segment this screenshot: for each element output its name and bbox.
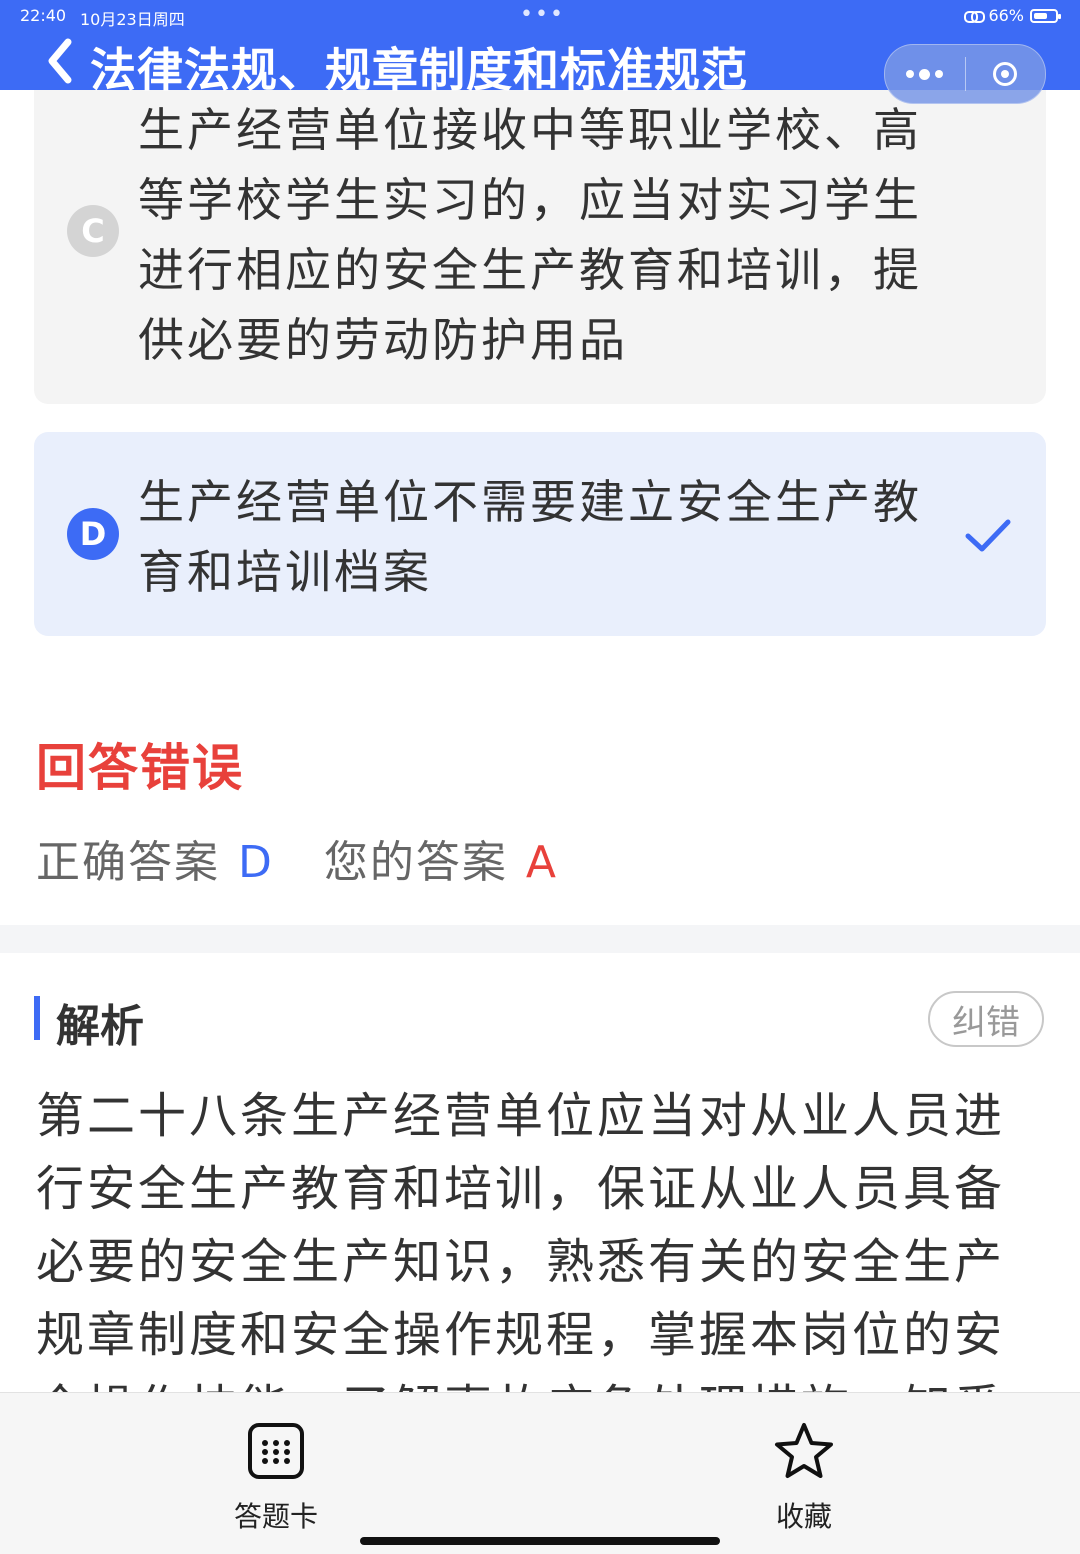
- favorite-tab[interactable]: 收藏: [724, 1421, 884, 1535]
- status-time: 22:40: [20, 6, 67, 25]
- close-target-icon[interactable]: [966, 62, 1046, 86]
- option-d[interactable]: D 生产经营单位不需要建立安全生产教育和培训档案: [34, 432, 1046, 636]
- analysis-title: 解析: [56, 1001, 144, 1052]
- answer-card-tab[interactable]: 答题卡: [196, 1421, 356, 1535]
- section-divider: [0, 925, 1080, 953]
- option-c-badge: C: [67, 205, 119, 257]
- mini-program-capsule: [884, 44, 1046, 104]
- your-answer-value: A: [525, 837, 558, 888]
- multitask-dots-icon[interactable]: •••: [520, 2, 565, 27]
- your-answer-label: 您的答案: [323, 837, 508, 888]
- star-icon: [775, 1423, 833, 1478]
- link-icon: [964, 10, 986, 23]
- battery-percent: 66%: [988, 6, 1024, 25]
- result-title: 回答错误: [36, 739, 244, 797]
- back-arrow-icon[interactable]: [46, 36, 76, 86]
- status-right: 66%: [964, 6, 1061, 25]
- status-date: 10月23日周四: [80, 10, 185, 29]
- answer-card-label: 答题卡: [233, 1500, 318, 1533]
- option-c[interactable]: C 生产经营单位接收中等职业学校、高等学校学生实习的，应当对实习学生进行相应的安…: [34, 60, 1046, 404]
- battery-icon: [1030, 8, 1061, 23]
- correct-answer-value: D: [238, 837, 274, 888]
- analysis-accent-bar: [34, 996, 40, 1040]
- option-d-badge: D: [67, 508, 119, 560]
- grid-card-icon: [248, 1423, 304, 1479]
- report-error-button[interactable]: 纠错: [928, 991, 1044, 1047]
- option-d-text: 生产经营单位不需要建立安全生产教育和培训档案: [138, 475, 922, 599]
- favorite-label: 收藏: [775, 1500, 832, 1533]
- page-title: 法律法规、规章制度和标准规范: [90, 43, 748, 97]
- analysis-body: 第二十八条生产经营单位应当对从业人员进行安全生产教育和培训，保证从业人员具备必要…: [36, 1088, 1006, 1400]
- home-indicator[interactable]: [360, 1537, 720, 1545]
- checkmark-icon: [965, 519, 1011, 552]
- more-dots-icon[interactable]: [885, 68, 965, 80]
- answer-row: 正确答案 D 您的答案 A: [36, 826, 558, 890]
- correct-answer-label: 正确答案: [36, 837, 220, 888]
- option-c-text: 生产经营单位接收中等职业学校、高等学校学生实习的，应当对实习学生进行相应的安全生…: [138, 103, 922, 367]
- bottom-bar: 答题卡 收藏: [0, 1392, 1080, 1554]
